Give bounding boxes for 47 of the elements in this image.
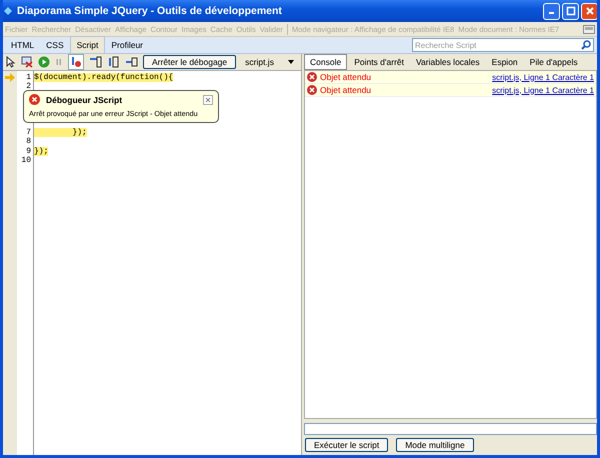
pin-icon[interactable]	[583, 24, 595, 34]
console-tab[interactable]: Espion	[486, 55, 523, 69]
console-button[interactable]: Mode multiligne	[396, 438, 474, 452]
console-tab[interactable]: Console	[304, 54, 348, 70]
close-icon	[584, 6, 594, 16]
error-icon	[307, 85, 317, 95]
console-tab[interactable]: Points d'arrêt	[349, 55, 410, 69]
window-title: Diaporama Simple JQuery - Outils de développement	[17, 5, 283, 17]
maximize-icon	[566, 6, 576, 16]
step-into-icon[interactable]	[89, 56, 102, 68]
console-tab[interactable]: Variables locales	[411, 55, 485, 69]
caret-icon	[288, 60, 294, 64]
app-icon	[3, 6, 13, 16]
close-button[interactable]	[581, 2, 597, 20]
console-tab[interactable]: Pile d'appels	[524, 55, 583, 69]
search-field[interactable]: Recherche Script	[412, 38, 594, 52]
stop-debugging-button[interactable]: Arrêter le débogage	[143, 55, 236, 69]
tab[interactable]: CSS	[40, 37, 70, 53]
line-number: 7	[25, 128, 32, 138]
tab[interactable]: Script	[70, 36, 106, 53]
error-message: Objet attendu	[320, 85, 372, 95]
line-number: 10	[20, 156, 32, 165]
play-icon[interactable]	[38, 56, 50, 68]
source-link[interactable]: script.js, Ligne 1 Caractère 1	[492, 72, 594, 82]
line-number: 1	[25, 73, 32, 82]
current-line-arrow-icon	[5, 73, 15, 82]
tab[interactable]: HTML	[5, 37, 40, 53]
delete-breakpoints-icon[interactable]	[21, 56, 33, 68]
step-over-icon[interactable]	[107, 56, 120, 68]
callout-title: Débogueur JScript	[46, 94, 124, 104]
close-icon[interactable]	[203, 94, 213, 104]
pointer-icon[interactable]	[6, 56, 16, 68]
search-icon	[581, 40, 591, 50]
line-number: 9	[25, 146, 32, 156]
break-on-error-icon[interactable]	[68, 54, 84, 70]
step-out-icon[interactable]	[125, 56, 138, 68]
error-icon	[29, 94, 40, 105]
line-number: 8	[25, 137, 32, 146]
source-link[interactable]: script.js, Ligne 1 Caractère 1	[492, 86, 594, 94]
console-button[interactable]: Exécuter le script	[305, 438, 388, 452]
line-number: 2	[25, 82, 32, 92]
tab[interactable]: Profileur	[105, 37, 150, 53]
file-dropdown[interactable]: script.js	[241, 57, 298, 67]
minimize-button[interactable]	[543, 2, 560, 20]
script-input-field[interactable]	[304, 423, 597, 435]
error-message: Objet attendu	[320, 72, 372, 82]
maximize-button[interactable]	[562, 2, 579, 20]
